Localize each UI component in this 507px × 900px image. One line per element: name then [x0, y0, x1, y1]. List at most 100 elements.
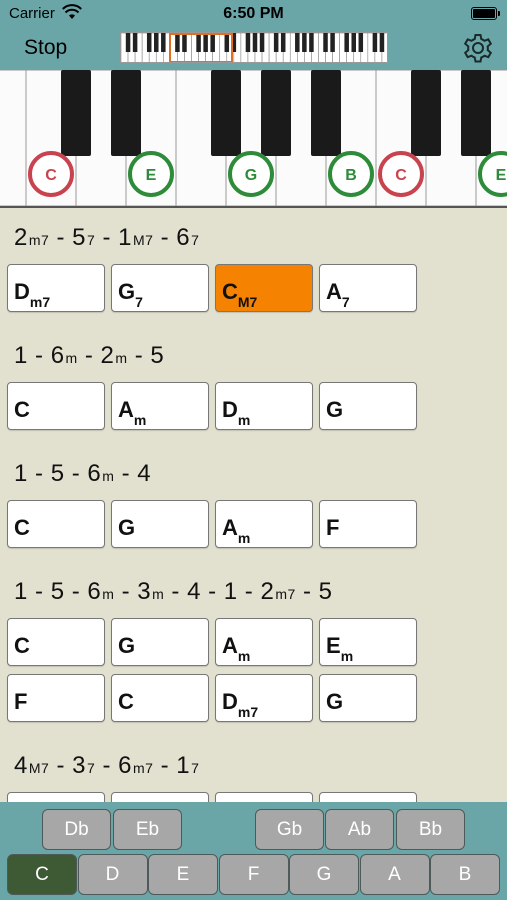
- chord-button[interactable]: F: [7, 674, 105, 722]
- note-marker: G: [228, 151, 274, 197]
- black-key[interactable]: [211, 70, 241, 156]
- chord-root: D: [222, 689, 238, 714]
- progression-list[interactable]: 2m7 - 57 - 1M7 - 67 Dm7 G7 CM7 A7 1 - 6m - 2m…: [0, 210, 507, 802]
- stop-button[interactable]: Stop: [24, 36, 67, 60]
- svg-text:E: E: [496, 167, 507, 184]
- degree-number: 5: [318, 578, 333, 605]
- piano-keys[interactable]: CEGBCE: [0, 70, 507, 206]
- degree-quality: m7: [28, 232, 50, 248]
- key-button-b[interactable]: B: [430, 854, 500, 895]
- chord-button[interactable]: A7: [319, 264, 417, 312]
- chord-button[interactable]: G: [111, 500, 209, 548]
- chord-root: A: [222, 633, 238, 658]
- degree-quality: m: [65, 350, 78, 366]
- black-key[interactable]: [461, 70, 491, 156]
- key-button-db[interactable]: Db: [42, 809, 111, 850]
- degree-quality: m: [152, 586, 165, 602]
- chord-quality: m: [340, 648, 354, 665]
- degree-number: 5: [72, 224, 86, 251]
- chord-button[interactable]: Am: [111, 382, 209, 430]
- key-button-d[interactable]: D: [77, 854, 148, 895]
- degree-quality: M7: [132, 232, 154, 248]
- degree-quality: M7: [28, 760, 50, 776]
- keyboard-overview[interactable]: [120, 32, 388, 63]
- status-bar: Carrier 6:50 PM: [0, 0, 507, 28]
- black-key[interactable]: [411, 70, 441, 156]
- degree-quality: m: [102, 468, 115, 484]
- progression-title: 4M7 - 37 - 6m7 - 17: [14, 752, 200, 779]
- gear-icon[interactable]: [461, 31, 495, 65]
- navigation-bar: Carrier 6:50 PM Stop: [0, 0, 507, 70]
- chord-root: G: [118, 633, 136, 658]
- key-button-g[interactable]: G: [289, 854, 359, 895]
- chord-button[interactable]: Am: [215, 500, 313, 548]
- key-button-a[interactable]: A: [359, 854, 430, 895]
- svg-text:E: E: [146, 167, 157, 184]
- degree-number: 2: [14, 224, 28, 251]
- chord-button[interactable]: E: [111, 792, 209, 802]
- chord-button[interactable]: Em: [319, 618, 417, 666]
- battery-icon: [471, 7, 500, 20]
- chord-button[interactable]: Dm7: [215, 674, 313, 722]
- degree-number: 5: [50, 578, 65, 605]
- key-button-eb[interactable]: Eb: [113, 809, 182, 850]
- degree-number: 1: [223, 578, 238, 605]
- chord-button[interactable]: G: [319, 674, 417, 722]
- chord-quality: M7: [237, 294, 258, 311]
- note-marker: E: [128, 151, 174, 197]
- chord-root: E: [326, 633, 341, 658]
- note-marker: E: [478, 151, 507, 197]
- chord-button[interactable]: Am: [215, 618, 313, 666]
- key-selector: Db Eb Gb Ab Bb C D E F G A B: [0, 802, 507, 900]
- chord-button[interactable]: F: [7, 792, 105, 802]
- degree-number: 4: [137, 460, 152, 487]
- chord-button[interactable]: C: [7, 618, 105, 666]
- key-button-f[interactable]: F: [218, 854, 289, 895]
- degree-number: 1: [14, 342, 28, 369]
- chord-button[interactable]: CM7: [215, 264, 313, 312]
- degree-number: 1: [14, 578, 28, 605]
- degree-number: 1: [118, 224, 132, 251]
- key-button-e[interactable]: E: [148, 854, 218, 895]
- piano-keyboard[interactable]: CEGBCE: [0, 70, 507, 208]
- key-button-ab[interactable]: Ab: [325, 809, 394, 850]
- progression-title: 1 - 5 - 6m - 4: [14, 460, 152, 487]
- note-marker: C: [28, 151, 74, 197]
- chord-button[interactable]: G: [111, 618, 209, 666]
- chord-root: C: [118, 689, 134, 714]
- degree-quality: 7: [191, 232, 200, 248]
- keyboard-visible-range-handle[interactable]: [169, 33, 233, 62]
- chord-button[interactable]: G: [319, 382, 417, 430]
- degree-quality: m7: [275, 586, 296, 602]
- chord-root: A: [326, 279, 342, 304]
- progression-title: 1 - 5 - 6m - 3m - 4 - 1 - 2m7 - 5: [14, 578, 333, 605]
- key-button-bb[interactable]: Bb: [396, 809, 465, 850]
- chord-quality: m: [237, 648, 251, 665]
- chord-quality: m7: [237, 704, 259, 721]
- chord-root: D: [14, 279, 30, 304]
- chord-button[interactable]: C: [319, 792, 417, 802]
- degree-number: 2: [260, 578, 275, 605]
- chord-button[interactable]: A: [215, 792, 313, 802]
- chord-root: C: [14, 397, 30, 422]
- chord-button[interactable]: F: [319, 500, 417, 548]
- black-key[interactable]: [111, 70, 141, 156]
- degree-number: 2: [100, 342, 115, 369]
- black-key[interactable]: [311, 70, 341, 156]
- black-key[interactable]: [261, 70, 291, 156]
- chord-button[interactable]: C: [7, 500, 105, 548]
- svg-text:G: G: [245, 167, 257, 184]
- chord-button[interactable]: C: [111, 674, 209, 722]
- key-button-gb[interactable]: Gb: [255, 809, 324, 850]
- key-button-c[interactable]: C: [7, 854, 77, 895]
- note-marker: C: [378, 151, 424, 197]
- chord-button[interactable]: C: [7, 382, 105, 430]
- chord-button[interactable]: G7: [111, 264, 209, 312]
- white-key[interactable]: [0, 70, 27, 206]
- black-key[interactable]: [61, 70, 91, 156]
- chord-button[interactable]: Dm: [215, 382, 313, 430]
- chord-button[interactable]: Dm7: [7, 264, 105, 312]
- degree-quality: 7: [87, 232, 96, 248]
- degree-quality: 7: [191, 760, 200, 776]
- chord-root: G: [118, 515, 136, 540]
